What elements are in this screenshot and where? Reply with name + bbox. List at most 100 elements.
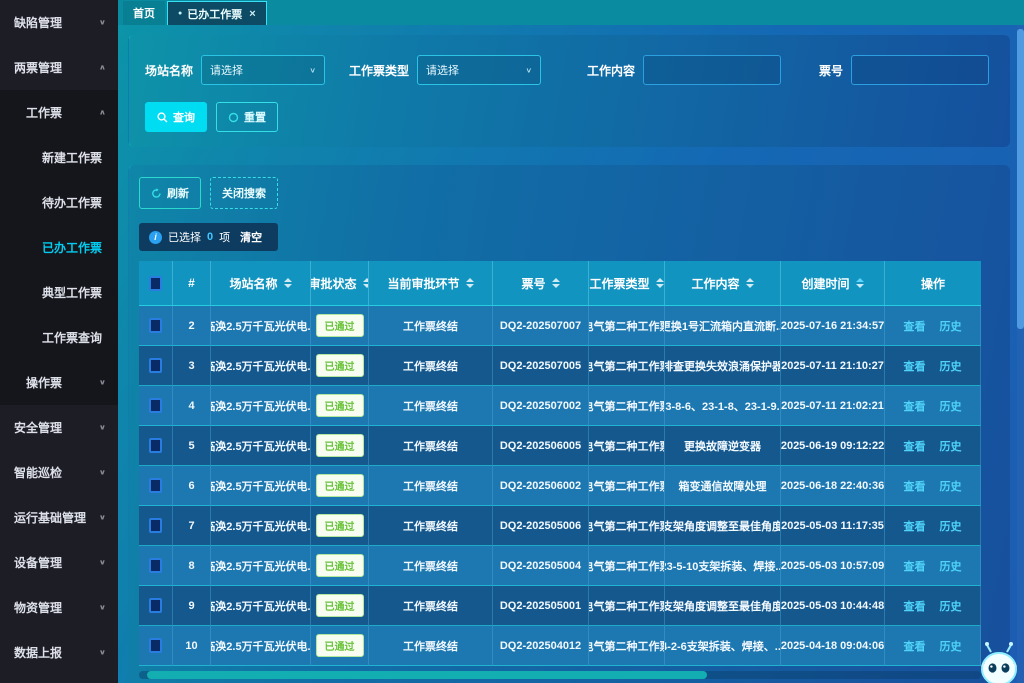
row-checkbox[interactable]	[149, 398, 162, 413]
sidebar-item[interactable]: 已办工作票	[0, 225, 118, 270]
horizontal-scrollbar[interactable]	[139, 671, 981, 679]
row-checkbox[interactable]	[149, 558, 162, 573]
ticket-type: 电气第二种工作票	[589, 346, 665, 386]
station-name: 临涣2.5万千瓦光伏电...	[211, 586, 311, 626]
sidebar-item[interactable]: 缺陷管理 ∨	[0, 0, 118, 45]
view-link[interactable]: 查看	[904, 438, 926, 454]
sidebar-item[interactable]: 操作票 ∨	[0, 360, 118, 405]
column-header[interactable]: 当前审批环节	[369, 261, 493, 306]
ticket-number: DQ2-202507007	[493, 306, 589, 346]
history-link[interactable]: 历史	[940, 558, 962, 574]
reset-button[interactable]: 重置	[216, 102, 278, 132]
content-input[interactable]	[643, 55, 781, 85]
refresh-button[interactable]: 刷新	[139, 177, 201, 209]
sidebar-item[interactable]: 安全管理 ∨	[0, 405, 118, 450]
row-checkbox[interactable]	[149, 518, 162, 533]
sidebar-item[interactable]: 智能巡检 ∨	[0, 450, 118, 495]
status-badge: 已通过	[316, 394, 364, 417]
row-checkbox[interactable]	[149, 318, 162, 333]
row-checkbox[interactable]	[149, 358, 162, 373]
tab-done-work-tickets[interactable]: ● 已办工作票 ×	[167, 1, 267, 25]
close-search-button[interactable]: 关闭搜索	[210, 177, 278, 209]
column-header[interactable]: 票号	[493, 261, 589, 306]
sidebar-item[interactable]: 物资管理 ∨	[0, 585, 118, 630]
work-content: 4-2-6支架拆装、焊接、...	[665, 626, 781, 666]
chevron-icon: ∨	[99, 18, 106, 27]
horizontal-scrollbar-thumb[interactable]	[147, 671, 707, 679]
close-icon[interactable]: ×	[249, 8, 255, 20]
sidebar-item[interactable]: 新建工作票	[0, 135, 118, 180]
robot-assistant-button[interactable]	[976, 640, 1022, 683]
history-link[interactable]: 历史	[940, 438, 962, 454]
view-link[interactable]: 查看	[904, 358, 926, 374]
history-link[interactable]: 历史	[940, 358, 962, 374]
tab-home[interactable]: 首页	[123, 1, 165, 25]
sidebar-item[interactable]: 待办工作票	[0, 180, 118, 225]
status-badge: 已通过	[316, 594, 364, 617]
row-checkbox[interactable]	[149, 638, 162, 653]
ticket-input[interactable]	[851, 55, 989, 85]
sidebar-item[interactable]: 工作票 ∧	[0, 90, 118, 135]
work-content: 箱变通信故障处理	[665, 466, 781, 506]
query-button[interactable]: 查询	[145, 102, 207, 132]
column-header[interactable]: #	[173, 261, 211, 306]
column-header[interactable]: 场站名称	[211, 261, 311, 306]
row-checkbox[interactable]	[149, 438, 162, 453]
sidebar-item[interactable]: 工作票查询	[0, 315, 118, 360]
row-checkbox[interactable]	[149, 478, 162, 493]
sort-icon[interactable]	[746, 278, 754, 288]
type-select[interactable]: 请选择 ∨	[417, 55, 541, 85]
station-select[interactable]: 请选择 ∨	[201, 55, 325, 85]
chevron-icon: ∨	[99, 603, 106, 612]
sort-icon[interactable]	[466, 278, 474, 288]
ticket-label: 票号	[819, 62, 843, 79]
vertical-scrollbar-thumb[interactable]	[1017, 29, 1024, 329]
ticket-type: 电气第二种工作票	[589, 626, 665, 666]
view-link[interactable]: 查看	[904, 638, 926, 654]
select-all-cell	[139, 261, 173, 306]
view-link[interactable]: 查看	[904, 318, 926, 334]
row-checkbox[interactable]	[149, 598, 162, 613]
history-link[interactable]: 历史	[940, 598, 962, 614]
station-filter-group: 场站名称 请选择 ∨	[145, 55, 325, 85]
content-filter-group: 工作内容	[587, 55, 781, 85]
column-header[interactable]: 审批状态	[311, 261, 369, 306]
main-area: 首页 ● 已办工作票 × 场站名称 请选择 ∨	[118, 0, 1024, 683]
view-link[interactable]: 查看	[904, 398, 926, 414]
sort-icon[interactable]	[656, 278, 664, 288]
sidebar-item-label: 典型工作票	[42, 284, 102, 301]
ticket-type: 电气第二种工作票	[589, 546, 665, 586]
info-icon: i	[149, 231, 162, 244]
vertical-scrollbar[interactable]	[1017, 25, 1024, 683]
station-name: 临涣2.5万千瓦光伏电...	[211, 466, 311, 506]
view-link[interactable]: 查看	[904, 558, 926, 574]
sort-icon[interactable]	[856, 278, 864, 288]
sidebar-item[interactable]: 典型工作票	[0, 270, 118, 315]
tab-bar: 首页 ● 已办工作票 ×	[118, 0, 1024, 25]
column-header[interactable]: 创建时间	[781, 261, 885, 306]
history-link[interactable]: 历史	[940, 318, 962, 334]
status-badge: 已通过	[316, 634, 364, 657]
sidebar-item[interactable]: 两票管理 ∧	[0, 45, 118, 90]
history-link[interactable]: 历史	[940, 478, 962, 494]
sidebar-item[interactable]: 设备管理 ∨	[0, 540, 118, 585]
created-time: 2025-05-03 11:17:35	[781, 506, 885, 546]
sidebar-item[interactable]: 运行基础管理 ∨	[0, 495, 118, 540]
history-link[interactable]: 历史	[940, 518, 962, 534]
select-all-checkbox[interactable]	[149, 276, 162, 291]
ticket-type: 电气第二种工作票	[589, 426, 665, 466]
column-header[interactable]: 工作票类型	[589, 261, 665, 306]
sort-icon[interactable]	[552, 278, 560, 288]
view-link[interactable]: 查看	[904, 598, 926, 614]
view-link[interactable]: 查看	[904, 478, 926, 494]
view-link[interactable]: 查看	[904, 518, 926, 534]
sidebar-item[interactable]: 数据上报 ∨	[0, 630, 118, 675]
row-number: 9	[173, 586, 211, 626]
clear-selection-link[interactable]: 清空	[240, 229, 262, 245]
history-link[interactable]: 历史	[940, 398, 962, 414]
column-header[interactable]: 工作内容	[665, 261, 781, 306]
table-row: 8 临涣2.5万千瓦光伏电... 已通过 工作票终结 DQ2-202505004…	[139, 546, 981, 586]
history-link[interactable]: 历史	[940, 638, 962, 654]
column-header[interactable]: 操作	[885, 261, 981, 306]
sort-icon[interactable]	[284, 278, 292, 288]
